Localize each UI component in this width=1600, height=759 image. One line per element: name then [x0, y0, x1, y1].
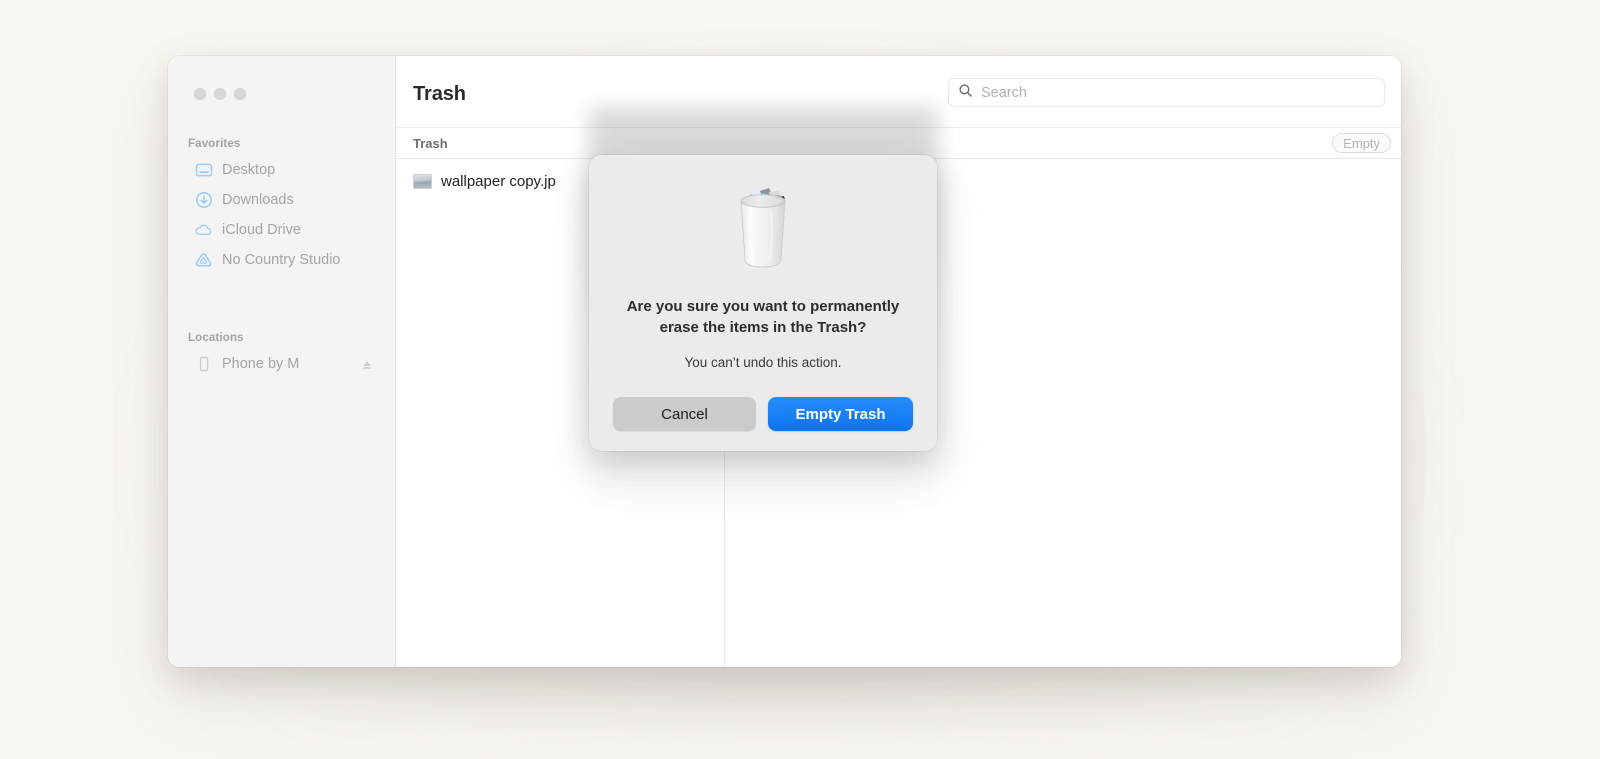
triangle-folder-icon — [194, 250, 213, 269]
sidebar-item-desktop[interactable]: Desktop — [174, 156, 387, 183]
phone-icon — [194, 354, 213, 373]
column-header-label: Trash — [413, 135, 448, 151]
sidebar-item-phone-by-m[interactable]: Phone by M — [174, 350, 387, 377]
image-thumbnail-icon — [413, 173, 432, 189]
sidebar-section-favorites: Favorites Desktop Downloads iCloud Drive — [168, 138, 395, 276]
eject-icon[interactable] — [361, 358, 373, 370]
dialog-actions: Cancel Empty Trash — [613, 397, 913, 431]
sidebar-item-label: Desktop — [222, 161, 276, 178]
sidebar-section-locations: Locations Phone by M — [168, 332, 395, 380]
minimize-button[interactable] — [214, 88, 226, 100]
page-title: Trash — [413, 83, 466, 105]
sidebar-item-icloud-drive[interactable]: iCloud Drive — [174, 216, 387, 243]
toolbar: Trash Search — [396, 56, 1401, 128]
cancel-button[interactable]: Cancel — [613, 397, 757, 431]
search-icon — [958, 83, 973, 103]
empty-trash-button[interactable]: Empty Trash — [768, 397, 913, 431]
close-button[interactable] — [194, 88, 206, 100]
desktop-icon — [194, 160, 213, 179]
sidebar-item-label: Downloads — [222, 191, 294, 208]
search-field[interactable]: Search — [948, 78, 1385, 107]
sidebar-section-title: Favorites — [188, 138, 241, 150]
window-controls — [194, 88, 246, 100]
sidebar-item-label: iCloud Drive — [222, 221, 301, 238]
dialog-subtext: You can’t undo this action. — [684, 355, 842, 370]
empty-trash-dialog: Are you sure you want to permanently era… — [589, 155, 937, 451]
search-placeholder: Search — [981, 84, 1027, 101]
sidebar: Favorites Desktop Downloads iCloud Drive — [168, 56, 396, 667]
downloads-icon — [194, 190, 213, 209]
icloud-icon — [194, 220, 213, 239]
sidebar-section-title: Locations — [188, 332, 244, 344]
trash-full-icon — [613, 179, 913, 280]
file-name-label: wallpaper copy.jp — [441, 172, 556, 190]
sidebar-item-downloads[interactable]: Downloads — [174, 186, 387, 213]
zoom-button[interactable] — [234, 88, 246, 100]
sidebar-item-label: Phone by M — [222, 355, 300, 372]
sidebar-item-no-country-studio[interactable]: No Country Studio — [174, 246, 387, 273]
empty-button[interactable]: Empty — [1332, 133, 1391, 153]
sidebar-item-label: No Country Studio — [222, 251, 341, 268]
dialog-heading: Are you sure you want to permanently era… — [626, 298, 900, 336]
